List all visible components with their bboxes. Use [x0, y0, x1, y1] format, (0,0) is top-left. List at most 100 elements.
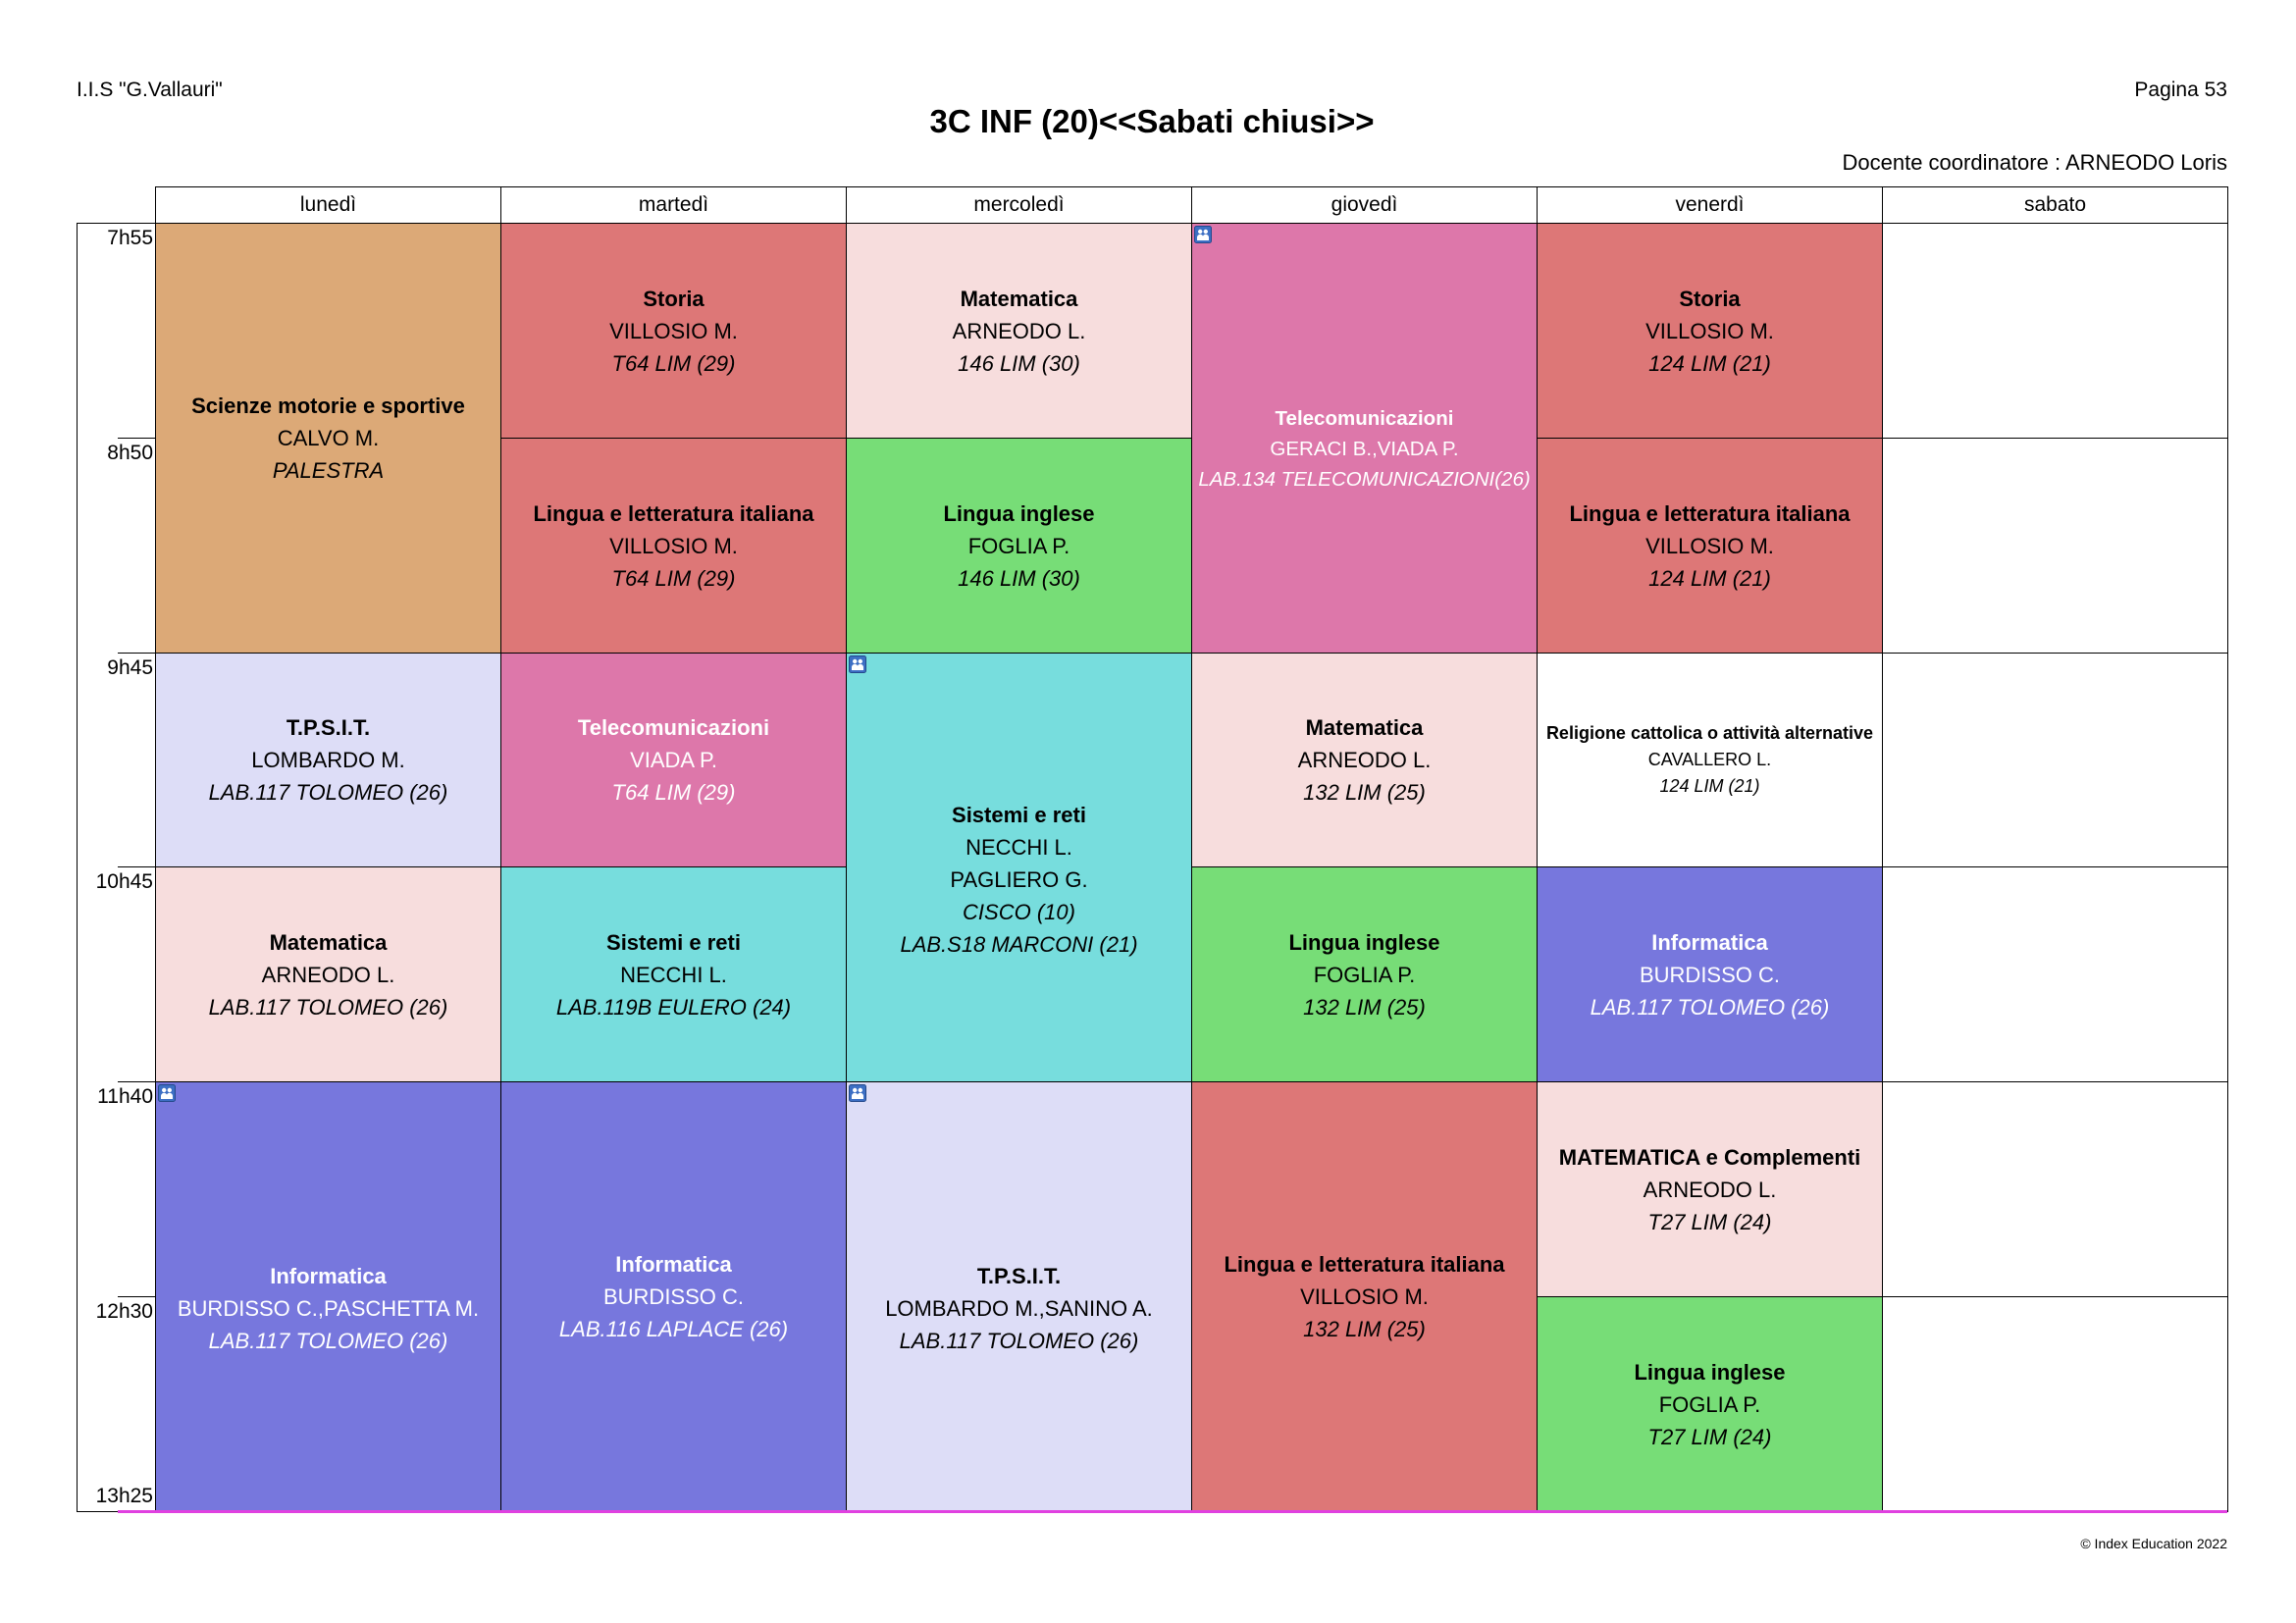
lesson-cell: Informatica BURDISSO C. LAB.116 LAPLACE (2… [500, 1081, 847, 1512]
lesson-teacher: NECCHI L. [965, 834, 1072, 860]
lesson-content: Lingua e letteratura italiana VILLOSIO M.… [1538, 439, 1882, 653]
lesson-subject: Sistemi e reti [606, 929, 741, 955]
lesson-cell: Telecomunicazioni VIADA P. T64 LIM (29) [500, 653, 847, 867]
lesson-subject: Lingua inglese [943, 500, 1095, 526]
lesson-content: Storia VILLOSIO M. 124 LIM (21) [1538, 224, 1882, 438]
lesson-subject: Sistemi e reti [952, 802, 1086, 827]
lesson-teacher: ARNEODO L. [1297, 748, 1432, 772]
lesson-teacher: CAVALLERO L. [1647, 750, 1772, 769]
day-header-sabato: sabato [1882, 186, 2228, 224]
time-tick [118, 653, 155, 654]
lesson-teacher: VILLOSIO M. [1645, 533, 1774, 558]
empty-slot [1882, 438, 2228, 654]
lesson-cell: Telecomunicazioni GERACI B.,VIADA P. LAB.1… [1191, 223, 1538, 654]
lesson-room: CISCO (10) [963, 899, 1075, 924]
lesson-subject: T.P.S.I.T. [286, 715, 371, 740]
lesson-cell: Lingua inglese FOGLIA P. 132 LIM (25) [1191, 866, 1538, 1082]
lesson-room: T64 LIM (29) [611, 565, 736, 591]
lesson-room: 124 LIM (21) [1659, 776, 1760, 796]
lesson-room: LAB.117 TOLOMEO (26) [208, 780, 448, 805]
lesson-subject: Storia [1679, 286, 1741, 311]
lesson-teacher: FOGLIA P. [967, 533, 1070, 558]
lesson-content: Telecomunicazioni VIADA P. T64 LIM (29) [501, 654, 846, 866]
lesson-room: 132 LIM (25) [1303, 780, 1426, 805]
day-header-giovedi: giovedì [1191, 186, 1538, 224]
day-header-lunedi: lunedì [155, 186, 501, 224]
lesson-room: 146 LIM (30) [958, 565, 1080, 591]
lesson-content: Lingua e letteratura italiana VILLOSIO M.… [1192, 1082, 1537, 1511]
lesson-cell: Lingua e letteratura italiana VILLOSIO M.… [1191, 1081, 1538, 1512]
lesson-cell: Matematica ARNEODO L. LAB.117 TOLOMEO (26) [155, 866, 501, 1082]
lesson-teacher: LOMBARDO M. [251, 748, 405, 772]
lesson-teacher: VILLOSIO M. [609, 533, 738, 558]
end-of-day-line [118, 1510, 2227, 1513]
lesson-teacher: CALVO M. [277, 426, 380, 450]
lesson-content: T.P.S.I.T. LOMBARDO M. LAB.117 TOLOMEO (26… [156, 654, 500, 866]
empty-slot [1882, 866, 2228, 1082]
lesson-room: 124 LIM (21) [1648, 565, 1771, 591]
lesson-teacher: VIADA P. [630, 748, 717, 772]
lesson-content: Lingua e letteratura italiana VILLOSIO M.… [501, 439, 846, 653]
empty-slot [1882, 223, 2228, 439]
day-header-venerdi: venerdì [1537, 186, 1883, 224]
lesson-cell: Religione cattolica o attività alternati… [1537, 653, 1883, 867]
lesson-teacher: NECCHI L. [620, 962, 727, 987]
lesson-content: Lingua inglese FOGLIA P. T27 LIM (24) [1538, 1297, 1882, 1511]
lesson-cell: Lingua inglese FOGLIA P. 146 LIM (30) [846, 438, 1192, 654]
school-name: I.I.S "G.Vallauri" [77, 79, 223, 101]
lesson-subject: Informatica [615, 1252, 732, 1277]
lesson-room: PALESTRA [272, 458, 385, 483]
lesson-content: Matematica ARNEODO L. 132 LIM (25) [1192, 654, 1537, 866]
lesson-cell: Informatica BURDISSO C.,PASCHETTA M. LAB.1… [155, 1081, 501, 1512]
lesson-room: 132 LIM (25) [1303, 1317, 1426, 1341]
time-tick [118, 438, 155, 439]
lesson-cell: Informatica BURDISSO C. LAB.117 TOLOMEO (2… [1537, 866, 1883, 1082]
lesson-teacher: ARNEODO L. [261, 962, 395, 987]
lesson-teacher: BURDISSO C.,PASCHETTA M. [177, 1296, 480, 1321]
page-number: Pagina 53 [2134, 79, 2227, 101]
time-label: 12h30 [95, 1300, 153, 1323]
lesson-room: T27 LIM (24) [1647, 1424, 1772, 1449]
time-label: 9h45 [107, 656, 153, 679]
empty-slot [1882, 653, 2228, 867]
time-label: 10h45 [95, 870, 153, 893]
coordinator-label: Docente coordinatore : ARNEODO Loris [1842, 150, 2227, 175]
lesson-subject: Matematica [1305, 715, 1424, 740]
lesson-cell: Lingua e letteratura italiana VILLOSIO M.… [1537, 438, 1883, 654]
lesson-content: Lingua inglese FOGLIA P. 146 LIM (30) [847, 439, 1191, 653]
lesson-cell: Storia VILLOSIO M. 124 LIM (21) [1537, 223, 1883, 439]
empty-slot [1882, 1296, 2228, 1512]
lesson-subject: MATEMATICA e Complementi [1558, 1144, 1861, 1170]
lesson-content: Sistemi e reti NECCHI L. PAGLIERO G. CISCO … [847, 654, 1191, 1081]
lesson-cell: Sistemi e reti NECCHI L. LAB.119B EULERO (… [500, 866, 847, 1082]
day-header-martedi: martedì [500, 186, 847, 224]
lesson-cell: Storia VILLOSIO M. T64 LIM (29) [500, 223, 847, 439]
lesson-content: MATEMATICA e Complementi ARNEODO L. T27 LI… [1538, 1082, 1882, 1296]
lesson-content: Informatica BURDISSO C. LAB.117 TOLOMEO (2… [1538, 867, 1882, 1081]
lesson-subject: Lingua e letteratura italiana [1224, 1252, 1505, 1277]
lesson-subject: Lingua e letteratura italiana [1569, 500, 1851, 526]
lesson-cell: T.P.S.I.T. LOMBARDO M.,SANINO A. LAB.117 T… [846, 1081, 1192, 1512]
lesson-subject: T.P.S.I.T. [976, 1264, 1062, 1288]
day-header-mercoledi: mercoledì [846, 186, 1192, 224]
lesson-room: T27 LIM (24) [1647, 1209, 1772, 1234]
lesson-cell: Matematica ARNEODO L. 146 LIM (30) [846, 223, 1192, 439]
lesson-room: T64 LIM (29) [611, 780, 736, 805]
lesson-room: LAB.119B EULERO (24) [555, 994, 792, 1020]
lesson-content: Religione cattolica o attività alternati… [1538, 654, 1882, 866]
lesson-room: LAB.117 TOLOMEO (26) [208, 1329, 448, 1353]
lesson-teacher: BURDISSO C. [1639, 962, 1781, 987]
lesson-room: LAB.117 TOLOMEO (26) [208, 994, 448, 1020]
lesson-teacher: FOGLIA P. [1658, 1391, 1761, 1417]
lesson-subject: Religione cattolica o attività alternati… [1545, 723, 1874, 743]
lesson-content: Matematica ARNEODO L. LAB.117 TOLOMEO (26) [156, 867, 500, 1081]
lesson-teacher: VILLOSIO M. [1300, 1284, 1429, 1309]
lesson-cell: Matematica ARNEODO L. 132 LIM (25) [1191, 653, 1538, 867]
lesson-content: Matematica ARNEODO L. 146 LIM (30) [847, 224, 1191, 438]
time-label: 11h40 [97, 1085, 153, 1108]
lesson-subject: Matematica [960, 286, 1078, 311]
empty-slot [1882, 1081, 2228, 1297]
lesson-subject: Matematica [269, 929, 388, 955]
lesson-subject: Lingua e letteratura italiana [533, 500, 814, 526]
lesson-teacher: VILLOSIO M. [609, 318, 738, 343]
